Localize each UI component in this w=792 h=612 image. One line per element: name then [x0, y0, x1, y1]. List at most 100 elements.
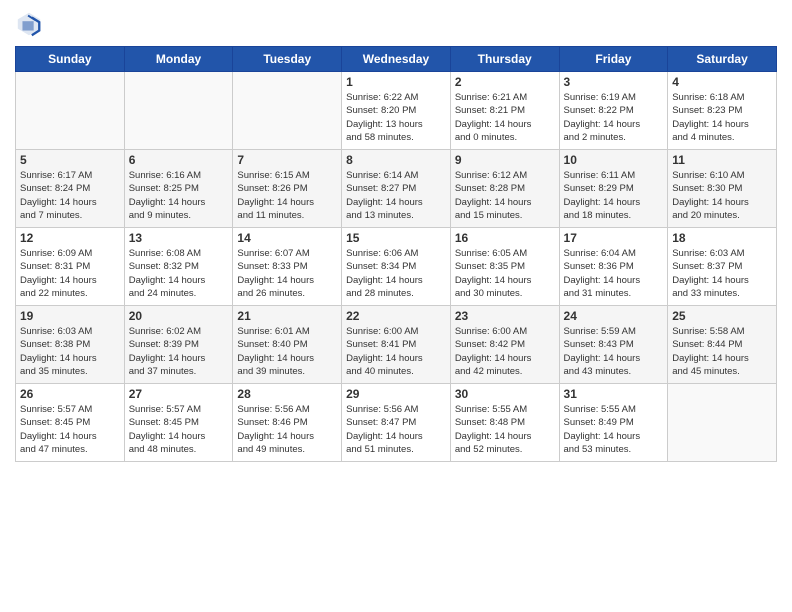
day-number: 17	[564, 231, 664, 245]
calendar-cell: 16Sunrise: 6:05 AMSunset: 8:35 PMDayligh…	[450, 228, 559, 306]
calendar-cell: 18 Sunrise: 6:03 AMSunset: 8:37 PMDayligh…	[668, 228, 777, 306]
day-info: Sunrise: 6:10 AMSunset: 8:30 PMDaylight:…	[672, 169, 772, 222]
calendar-table: SundayMondayTuesdayWednesdayThursdayFrid…	[15, 46, 777, 462]
day-info: Sunrise: 6:11 AMSunset: 8:29 PMDaylight:…	[564, 169, 664, 222]
day-number: 9	[455, 153, 555, 167]
day-number: 12	[20, 231, 120, 245]
day-info: Sunrise: 6:22 AMSunset: 8:20 PMDaylight:…	[346, 91, 446, 144]
calendar-week-row: 12 Sunrise: 6:09 AMSunset: 8:31 PMDayligh…	[16, 228, 777, 306]
calendar-cell: 25 Sunrise: 5:58 AMSunset: 8:44 PMDayligh…	[668, 306, 777, 384]
weekday-header-monday: Monday	[124, 47, 233, 72]
day-number: 11	[672, 153, 772, 167]
day-info: Sunrise: 6:14 AMSunset: 8:27 PMDaylight:…	[346, 169, 446, 222]
day-number: 25	[672, 309, 772, 323]
day-number: 10	[564, 153, 664, 167]
day-info: Sunrise: 5:57 AMSunset: 8:45 PMDaylight:…	[20, 403, 120, 456]
calendar-week-row: 26 Sunrise: 5:57 AMSunset: 8:45 PMDayligh…	[16, 384, 777, 462]
day-info: Sunrise: 6:21 AMSunset: 8:21 PMDaylight:…	[455, 91, 555, 144]
calendar-cell: 21Sunrise: 6:01 AMSunset: 8:40 PMDayligh…	[233, 306, 342, 384]
day-info: Sunrise: 5:55 AMSunset: 8:49 PMDaylight:…	[564, 403, 664, 456]
calendar-week-row: 5 Sunrise: 6:17 AMSunset: 8:24 PMDaylight…	[16, 150, 777, 228]
day-number: 28	[237, 387, 337, 401]
calendar-cell: 9 Sunrise: 6:12 AMSunset: 8:28 PMDaylight…	[450, 150, 559, 228]
day-info: Sunrise: 6:16 AMSunset: 8:25 PMDaylight:…	[129, 169, 229, 222]
weekday-header-thursday: Thursday	[450, 47, 559, 72]
day-info: Sunrise: 5:59 AMSunset: 8:43 PMDaylight:…	[564, 325, 664, 378]
day-number: 15	[346, 231, 446, 245]
calendar-cell: 4Sunrise: 6:18 AMSunset: 8:23 PMDaylight…	[668, 72, 777, 150]
calendar-cell: 19 Sunrise: 6:03 AMSunset: 8:38 PMDayligh…	[16, 306, 125, 384]
calendar-cell: 7Sunrise: 6:15 AMSunset: 8:26 PMDaylight…	[233, 150, 342, 228]
day-number: 8	[346, 153, 446, 167]
logo	[15, 10, 46, 38]
day-info: Sunrise: 6:01 AMSunset: 8:40 PMDaylight:…	[237, 325, 337, 378]
calendar-cell	[16, 72, 125, 150]
day-number: 18	[672, 231, 772, 245]
day-info: Sunrise: 5:57 AMSunset: 8:45 PMDaylight:…	[129, 403, 229, 456]
day-number: 24	[564, 309, 664, 323]
day-number: 23	[455, 309, 555, 323]
weekday-header-row: SundayMondayTuesdayWednesdayThursdayFrid…	[16, 47, 777, 72]
calendar-cell: 26 Sunrise: 5:57 AMSunset: 8:45 PMDayligh…	[16, 384, 125, 462]
day-info: Sunrise: 6:00 AMSunset: 8:41 PMDaylight:…	[346, 325, 446, 378]
day-number: 1	[346, 75, 446, 89]
calendar-cell: 31 Sunrise: 5:55 AMSunset: 8:49 PMDayligh…	[559, 384, 668, 462]
day-info: Sunrise: 6:12 AMSunset: 8:28 PMDaylight:…	[455, 169, 555, 222]
calendar-body: 1 Sunrise: 6:22 AMSunset: 8:20 PMDaylight…	[16, 72, 777, 462]
calendar-week-row: 1 Sunrise: 6:22 AMSunset: 8:20 PMDaylight…	[16, 72, 777, 150]
day-info: Sunrise: 6:05 AMSunset: 8:35 PMDaylight:…	[455, 247, 555, 300]
weekday-header-sunday: Sunday	[16, 47, 125, 72]
calendar-cell	[668, 384, 777, 462]
calendar-cell: 24 Sunrise: 5:59 AMSunset: 8:43 PMDayligh…	[559, 306, 668, 384]
weekday-header-wednesday: Wednesday	[342, 47, 451, 72]
day-info: Sunrise: 6:06 AMSunset: 8:34 PMDaylight:…	[346, 247, 446, 300]
calendar-cell: 1 Sunrise: 6:22 AMSunset: 8:20 PMDaylight…	[342, 72, 451, 150]
calendar-cell: 3 Sunrise: 6:19 AMSunset: 8:22 PMDaylight…	[559, 72, 668, 150]
day-info: Sunrise: 5:56 AMSunset: 8:46 PMDaylight:…	[237, 403, 337, 456]
day-number: 3	[564, 75, 664, 89]
calendar-cell: 22 Sunrise: 6:00 AMSunset: 8:41 PMDayligh…	[342, 306, 451, 384]
calendar-cell: 5 Sunrise: 6:17 AMSunset: 8:24 PMDaylight…	[16, 150, 125, 228]
day-info: Sunrise: 6:19 AMSunset: 8:22 PMDaylight:…	[564, 91, 664, 144]
calendar-cell: 12 Sunrise: 6:09 AMSunset: 8:31 PMDayligh…	[16, 228, 125, 306]
calendar-cell: 11 Sunrise: 6:10 AMSunset: 8:30 PMDayligh…	[668, 150, 777, 228]
day-number: 26	[20, 387, 120, 401]
calendar-cell: 6 Sunrise: 6:16 AMSunset: 8:25 PMDaylight…	[124, 150, 233, 228]
day-info: Sunrise: 6:15 AMSunset: 8:26 PMDaylight:…	[237, 169, 337, 222]
calendar-week-row: 19 Sunrise: 6:03 AMSunset: 8:38 PMDayligh…	[16, 306, 777, 384]
logo-icon	[15, 10, 43, 38]
day-info: Sunrise: 6:03 AMSunset: 8:37 PMDaylight:…	[672, 247, 772, 300]
day-number: 29	[346, 387, 446, 401]
calendar-cell: 27 Sunrise: 5:57 AMSunset: 8:45 PMDayligh…	[124, 384, 233, 462]
day-info: Sunrise: 5:58 AMSunset: 8:44 PMDaylight:…	[672, 325, 772, 378]
day-number: 6	[129, 153, 229, 167]
day-number: 31	[564, 387, 664, 401]
day-number: 2	[455, 75, 555, 89]
header	[15, 10, 777, 38]
day-info: Sunrise: 6:17 AMSunset: 8:24 PMDaylight:…	[20, 169, 120, 222]
calendar-cell	[124, 72, 233, 150]
day-number: 20	[129, 309, 229, 323]
weekday-header-saturday: Saturday	[668, 47, 777, 72]
day-number: 22	[346, 309, 446, 323]
day-info: Sunrise: 6:09 AMSunset: 8:31 PMDaylight:…	[20, 247, 120, 300]
day-info: Sunrise: 6:03 AMSunset: 8:38 PMDaylight:…	[20, 325, 120, 378]
day-number: 19	[20, 309, 120, 323]
calendar-cell: 17Sunrise: 6:04 AMSunset: 8:36 PMDayligh…	[559, 228, 668, 306]
calendar-cell: 10 Sunrise: 6:11 AMSunset: 8:29 PMDayligh…	[559, 150, 668, 228]
calendar-cell: 20Sunrise: 6:02 AMSunset: 8:39 PMDayligh…	[124, 306, 233, 384]
calendar-cell: 28 Sunrise: 5:56 AMSunset: 8:46 PMDayligh…	[233, 384, 342, 462]
day-number: 5	[20, 153, 120, 167]
calendar-cell: 2 Sunrise: 6:21 AMSunset: 8:21 PMDaylight…	[450, 72, 559, 150]
day-info: Sunrise: 5:55 AMSunset: 8:48 PMDaylight:…	[455, 403, 555, 456]
calendar-cell: 14Sunrise: 6:07 AMSunset: 8:33 PMDayligh…	[233, 228, 342, 306]
day-info: Sunrise: 6:00 AMSunset: 8:42 PMDaylight:…	[455, 325, 555, 378]
calendar-cell: 13Sunrise: 6:08 AMSunset: 8:32 PMDayligh…	[124, 228, 233, 306]
day-info: Sunrise: 6:07 AMSunset: 8:33 PMDaylight:…	[237, 247, 337, 300]
calendar-cell: 30 Sunrise: 5:55 AMSunset: 8:48 PMDayligh…	[450, 384, 559, 462]
day-number: 27	[129, 387, 229, 401]
day-number: 30	[455, 387, 555, 401]
calendar-cell	[233, 72, 342, 150]
day-number: 13	[129, 231, 229, 245]
calendar-cell: 15 Sunrise: 6:06 AMSunset: 8:34 PMDayligh…	[342, 228, 451, 306]
